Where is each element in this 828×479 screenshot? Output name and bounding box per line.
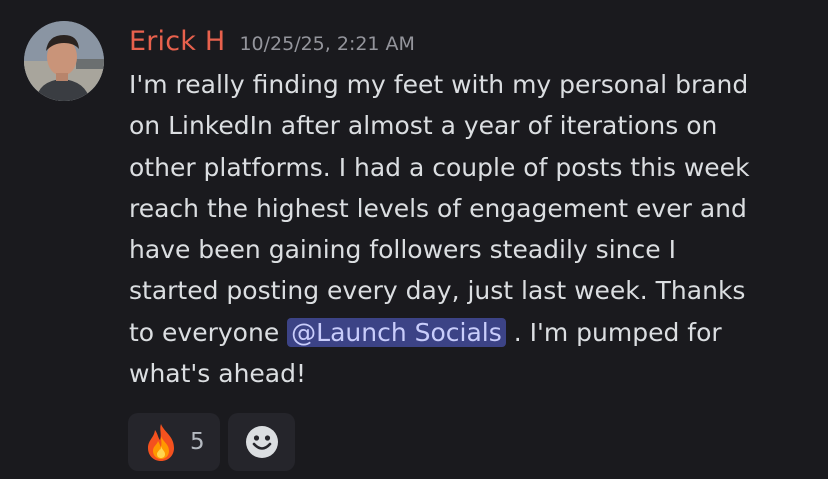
- author-name[interactable]: Erick H: [129, 26, 225, 57]
- message-line: I'm really finding my feet with my perso…: [129, 70, 749, 99]
- message-line: what's ahead!: [129, 359, 307, 389]
- reaction-count: 5: [190, 429, 205, 455]
- message-content: I'm really finding my feet with my perso…: [129, 64, 819, 394]
- smiley-face-icon: [245, 426, 278, 458]
- message-header: Erick H 10/25/25, 2:21 AM: [129, 26, 415, 62]
- add-reaction-button[interactable]: [228, 413, 295, 471]
- avatar-photo-icon: [24, 21, 104, 101]
- message-line: other platforms. I had a couple of posts…: [129, 152, 750, 182]
- chat-message: Erick H 10/25/25, 2:21 AM I'm really fin…: [0, 0, 828, 479]
- message-line: reach the highest levels of engagement e…: [129, 193, 747, 223]
- fire-emoji-icon: [148, 424, 174, 461]
- mention-launch-socials[interactable]: @Launch Socials: [287, 317, 506, 347]
- message-line: have been gaining followers steadily sin…: [129, 235, 676, 265]
- fire-reaction-button[interactable]: 5: [128, 413, 220, 471]
- message-line: on LinkedIn after almost a year of itera…: [129, 111, 718, 141]
- reactions-bar: 5: [128, 413, 295, 471]
- user-avatar[interactable]: [24, 21, 104, 101]
- message-line-with-mention: to everyone @Launch Socials . I'm pumped…: [129, 312, 819, 353]
- text-after-mention: . I'm pumped for: [505, 317, 722, 347]
- message-timestamp: 10/25/25, 2:21 AM: [239, 33, 415, 55]
- message-line: started posting every day, just last wee…: [129, 276, 746, 306]
- text-before-mention: to everyone: [129, 317, 288, 347]
